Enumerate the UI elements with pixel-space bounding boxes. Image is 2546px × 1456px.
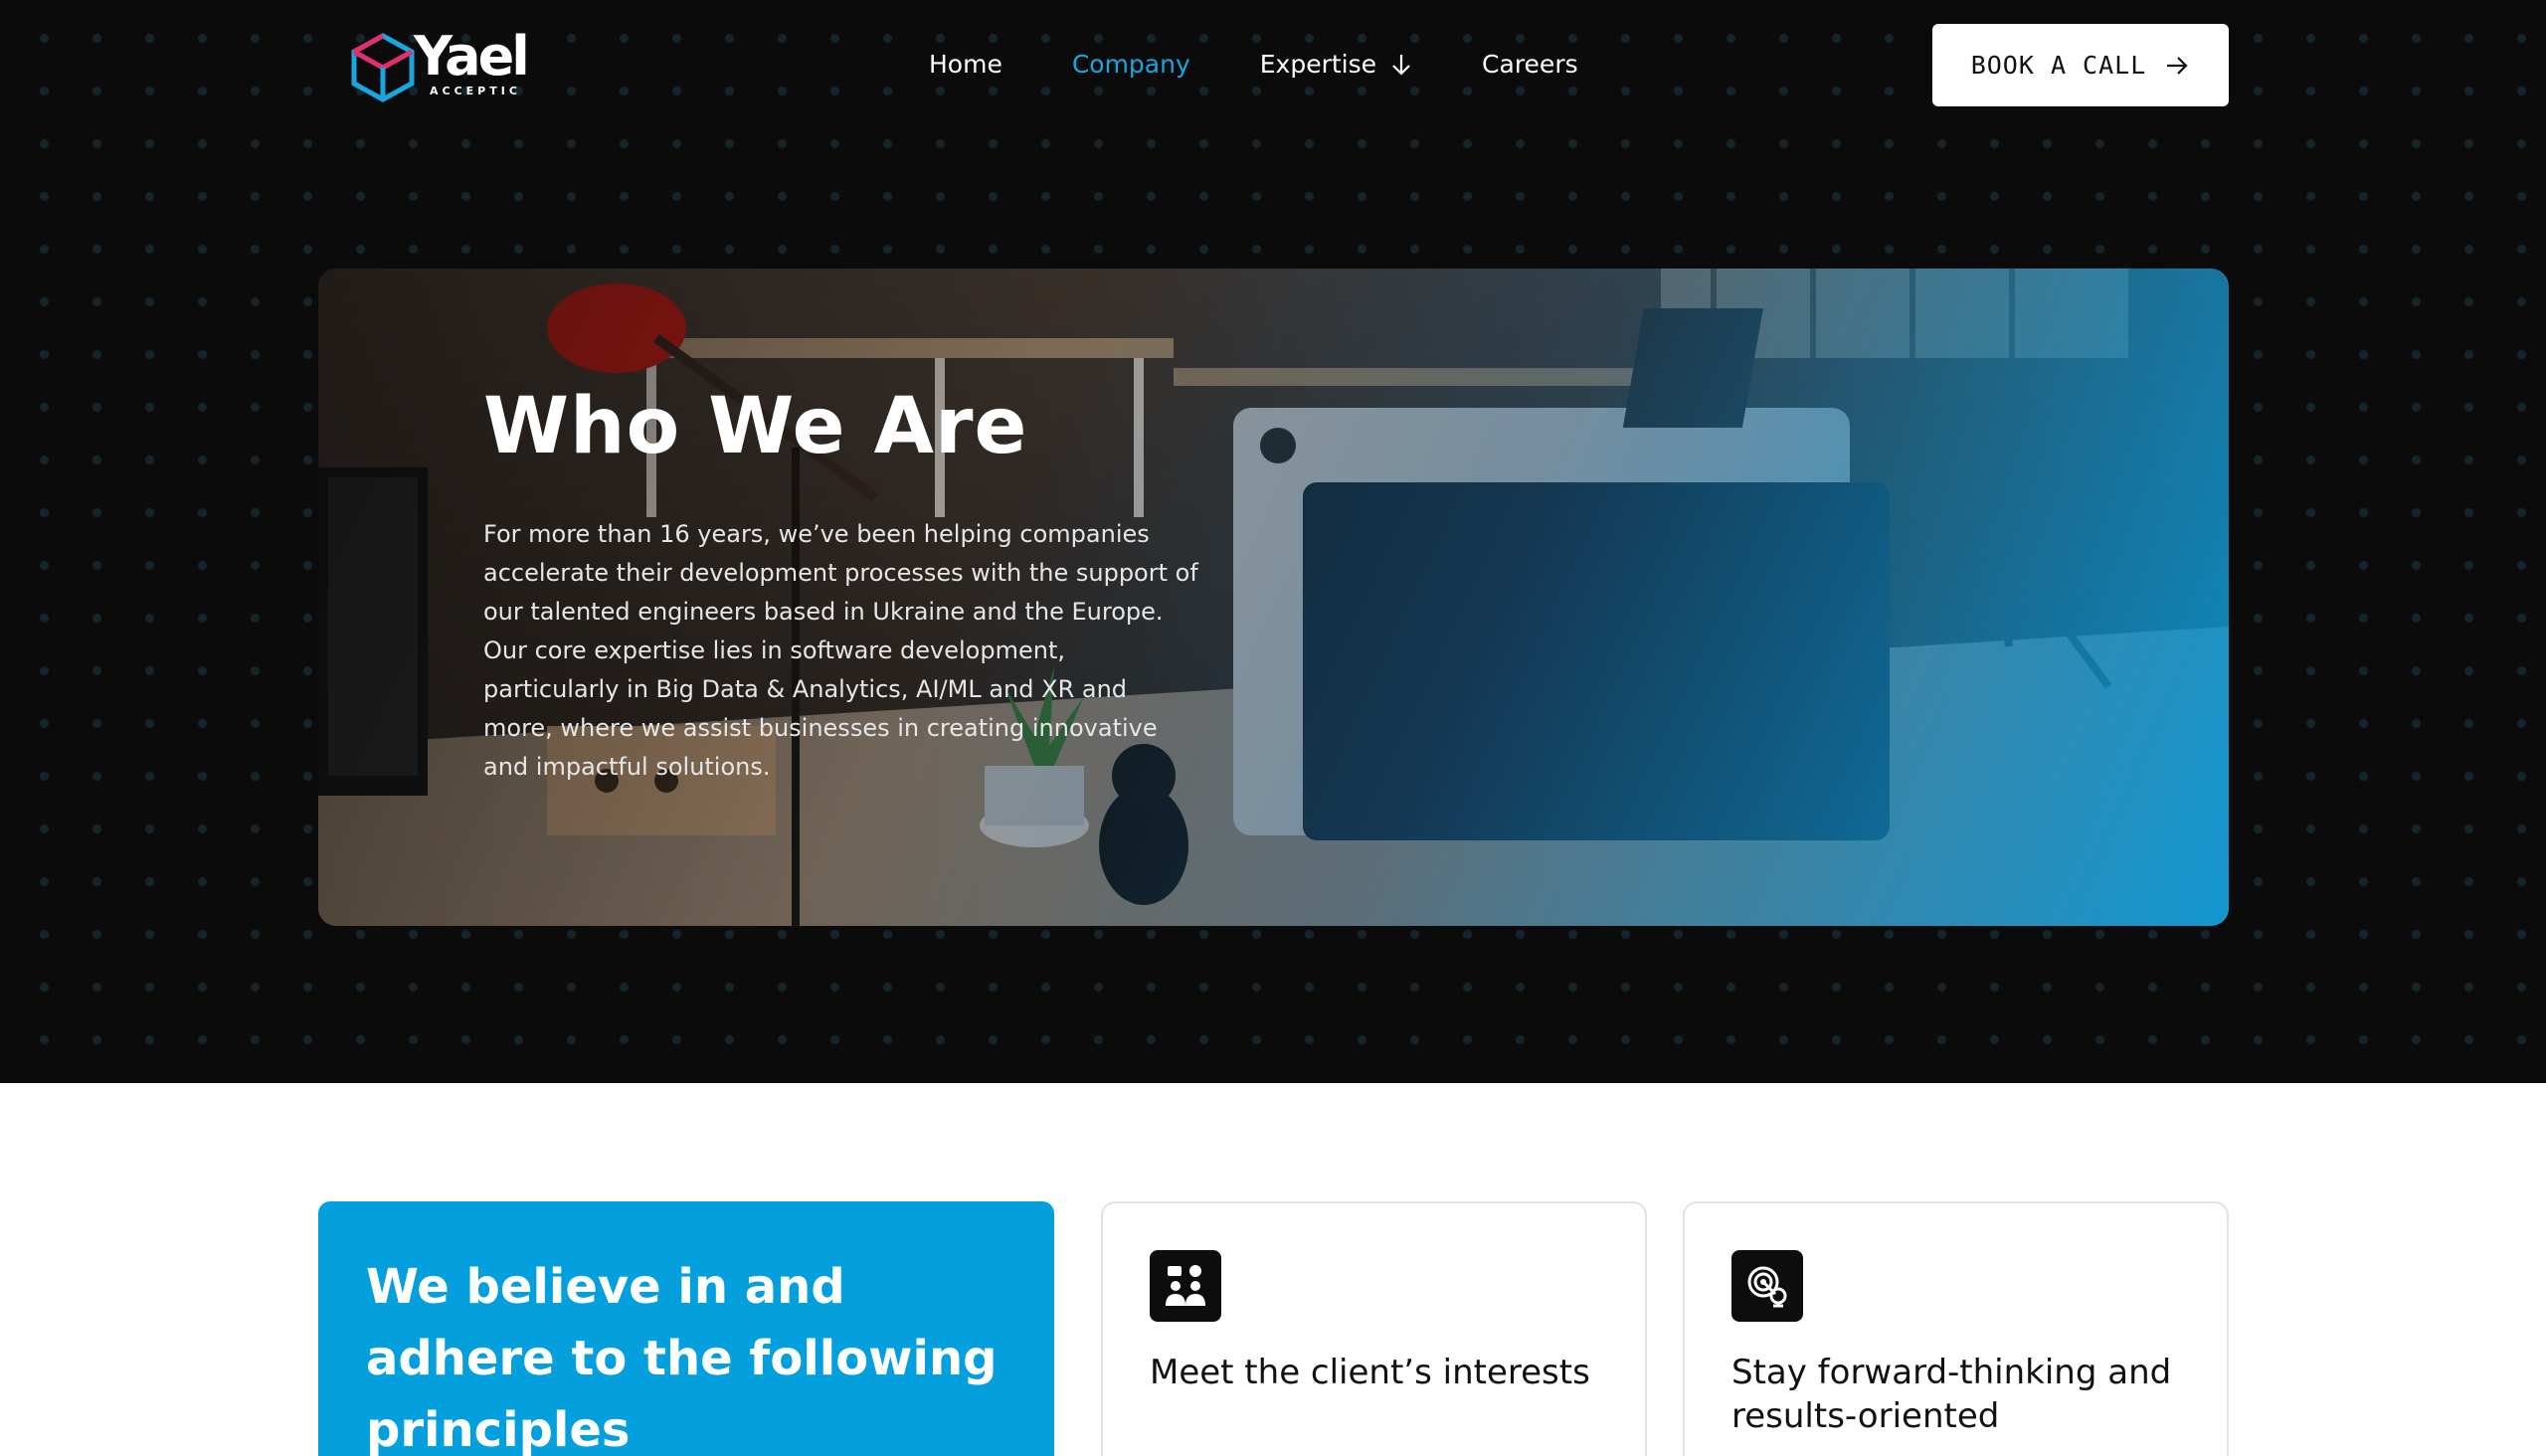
arrow-down-icon xyxy=(1392,55,1410,76)
logo-tagline: ACCEPTIC xyxy=(430,85,521,97)
hero-title: Who We Are xyxy=(483,382,1028,471)
nav-item-expertise[interactable]: Expertise xyxy=(1260,48,1412,82)
hero-banner: Who We Are For more than 16 years, we’ve… xyxy=(318,269,2229,926)
nav-item-label: Home xyxy=(929,50,1002,79)
nav-item-home[interactable]: Home xyxy=(929,48,1002,82)
nav-item-label: Careers xyxy=(1482,50,1578,79)
principle-title: Meet the client’s interests xyxy=(1150,1353,1590,1392)
book-a-call-button[interactable]: BOOK A CALL xyxy=(1932,24,2229,106)
principles-heading-card: We believe in and adhere to the followin… xyxy=(318,1201,1054,1456)
arrow-right-icon xyxy=(2167,56,2188,75)
target-gear-icon xyxy=(1731,1250,1803,1322)
site-logo[interactable]: Yael ACCEPTIC xyxy=(350,25,530,105)
principle-card-forward-thinking: Stay forward-thinking and results-orient… xyxy=(1683,1201,2229,1456)
main-nav: Home Company Expertise Careers xyxy=(929,48,1578,82)
principles-heading: We believe in and adhere to the followin… xyxy=(366,1259,998,1456)
nav-item-company[interactable]: Company xyxy=(1072,48,1190,82)
cube-logo-icon xyxy=(351,33,415,102)
principle-card-client-interests: Meet the client’s interests xyxy=(1101,1201,1647,1456)
nav-item-careers[interactable]: Careers xyxy=(1482,48,1578,82)
nav-item-label: Company xyxy=(1071,50,1190,79)
principle-title: Stay forward-thinking and results-orient… xyxy=(1731,1353,2172,1436)
nav-item-label: Expertise xyxy=(1259,50,1377,79)
logo-wordmark: Yael xyxy=(414,25,530,88)
book-a-call-label: BOOK A CALL xyxy=(1970,51,2147,80)
hero-description: For more than 16 years, we’ve been helpi… xyxy=(483,520,1198,781)
team-chat-icon xyxy=(1150,1250,1221,1322)
